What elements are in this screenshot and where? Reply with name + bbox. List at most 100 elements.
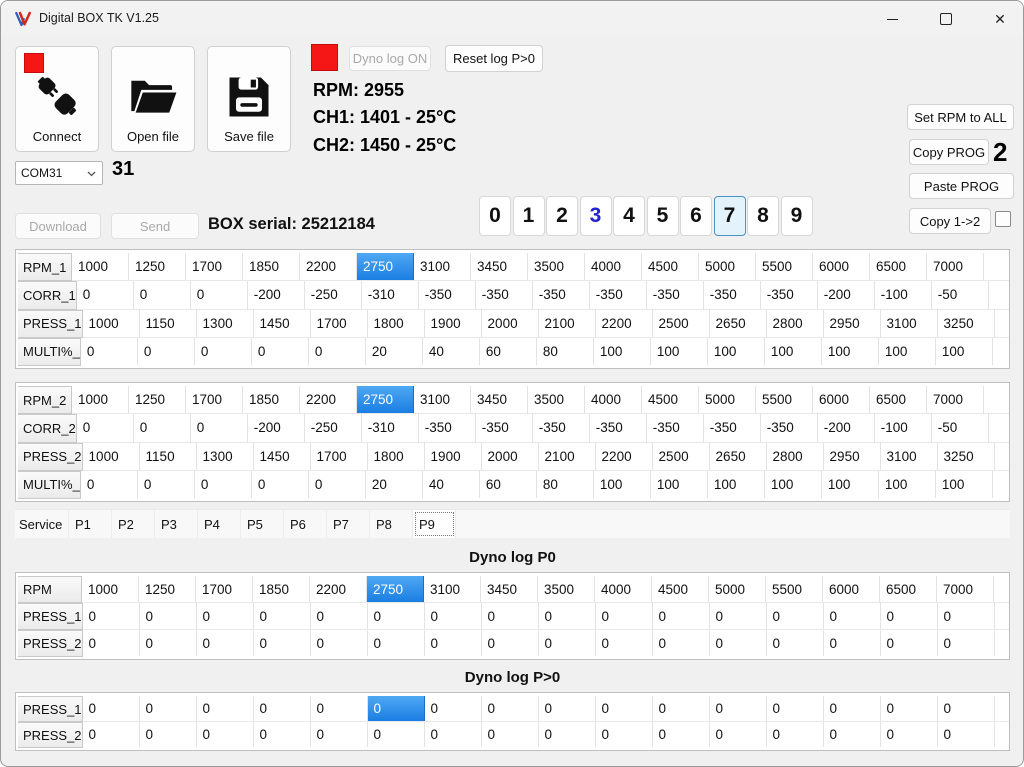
table-cell[interactable]: 0 <box>653 603 710 629</box>
table-cell[interactable]: 0 <box>482 603 539 629</box>
table-cell[interactable]: 0 <box>938 696 995 721</box>
table-cell[interactable]: 0 <box>539 696 596 721</box>
table-cell[interactable]: 1700 <box>311 442 368 470</box>
table-cell[interactable]: 2200 <box>596 442 653 470</box>
tab-service[interactable]: Service <box>15 510 69 538</box>
dyno-log-on-button[interactable]: Dyno log ON <box>349 46 431 71</box>
table-cell[interactable]: 0 <box>195 337 252 365</box>
table-cell[interactable]: 0 <box>197 603 254 629</box>
tab-p4[interactable]: P4 <box>198 510 241 538</box>
table-cell[interactable]: 2650 <box>710 442 767 470</box>
table-cell[interactable]: 3100 <box>881 442 938 470</box>
table-cell[interactable]: 100 <box>879 470 936 498</box>
download-button[interactable]: Download <box>15 213 101 239</box>
table-cell[interactable]: 0 <box>767 603 824 629</box>
table-cell[interactable]: 100 <box>651 470 708 498</box>
prog-button-8[interactable]: 8 <box>747 196 779 236</box>
table-cell[interactable]: 0 <box>710 603 767 629</box>
table-cell[interactable]: 80 <box>537 470 594 498</box>
table-cell[interactable]: 1000 <box>72 386 129 414</box>
reset-log-button[interactable]: Reset log P>0 <box>445 45 543 72</box>
tab-p8[interactable]: P8 <box>370 510 413 538</box>
copy-1-to-2-button[interactable]: Copy 1->2 <box>909 208 991 234</box>
paste-prog-button[interactable]: Paste PROG <box>909 173 1014 199</box>
prog-button-5[interactable]: 5 <box>646 196 679 236</box>
table-cell[interactable]: 3100 <box>881 309 938 337</box>
table-cell[interactable]: 2100 <box>539 309 596 337</box>
table-cell[interactable]: 0 <box>482 696 539 721</box>
table-cell[interactable]: 2200 <box>300 253 357 281</box>
table-cell[interactable]: 4000 <box>595 576 652 602</box>
table-cell[interactable]: 0 <box>197 630 254 656</box>
table-cell[interactable]: 80 <box>537 337 594 365</box>
table-cell[interactable]: -200 <box>818 281 875 309</box>
set-rpm-to-all-button[interactable]: Set RPM to ALL <box>907 104 1014 130</box>
table-cell[interactable]: 3500 <box>528 253 585 281</box>
table-cell[interactable]: 0 <box>311 603 368 629</box>
table-cell[interactable]: -350 <box>419 281 476 309</box>
table-cell[interactable]: 1700 <box>196 576 253 602</box>
connect-button[interactable]: Connect <box>15 46 99 152</box>
table-cell[interactable]: 2500 <box>653 442 710 470</box>
table-cell[interactable]: 0 <box>140 630 197 656</box>
table-cell[interactable]: 0 <box>81 470 138 498</box>
table-cell[interactable]: 20 <box>366 470 423 498</box>
table-cell[interactable]: 0 <box>482 630 539 656</box>
table-cell[interactable]: 100 <box>708 337 765 365</box>
table-cell[interactable]: 0 <box>710 696 767 721</box>
table-cell[interactable]: 6000 <box>813 253 870 281</box>
tab-p7[interactable]: P7 <box>327 510 370 538</box>
send-button[interactable]: Send <box>111 213 199 239</box>
table-cell[interactable]: -200 <box>248 281 305 309</box>
table-cell[interactable]: 0 <box>425 696 482 721</box>
table-cell[interactable]: -350 <box>647 281 704 309</box>
table-cell[interactable]: 100 <box>879 337 936 365</box>
table-cell[interactable]: 0 <box>138 337 195 365</box>
table-cell[interactable]: 100 <box>651 337 708 365</box>
table-cell[interactable]: 0 <box>77 414 134 442</box>
table-cell[interactable]: 1250 <box>129 253 186 281</box>
table-cell[interactable]: 2800 <box>767 442 824 470</box>
table-cell[interactable]: 6000 <box>813 386 870 414</box>
table-cell[interactable]: 1000 <box>72 253 129 281</box>
table-cell[interactable]: 4000 <box>585 253 642 281</box>
table-cell[interactable]: 0 <box>311 696 368 721</box>
table-cell[interactable]: 1000 <box>83 442 140 470</box>
table-cell[interactable]: 0 <box>539 603 596 629</box>
open-file-button[interactable]: Open file <box>111 46 195 152</box>
table-cell[interactable]: 0 <box>309 337 366 365</box>
table-cell[interactable]: 4500 <box>652 576 709 602</box>
table-cell[interactable]: 0 <box>83 722 140 747</box>
table-cell[interactable]: 100 <box>594 337 651 365</box>
table-cell[interactable]: 0 <box>197 722 254 747</box>
table-cell[interactable]: 0 <box>881 722 938 747</box>
table-cell[interactable]: -50 <box>932 414 989 442</box>
table-cell[interactable]: 0 <box>191 281 248 309</box>
table-cell[interactable]: -100 <box>875 281 932 309</box>
table-cell[interactable]: 0 <box>938 722 995 747</box>
table-cell[interactable]: 3100 <box>414 386 471 414</box>
table-cell[interactable]: 3500 <box>528 386 585 414</box>
table-cell[interactable]: -350 <box>476 414 533 442</box>
table-cell[interactable]: 0 <box>134 281 191 309</box>
table-cell[interactable]: 1850 <box>243 386 300 414</box>
table-cell[interactable]: -350 <box>704 281 761 309</box>
tab-p6[interactable]: P6 <box>284 510 327 538</box>
table-cell[interactable]: 0 <box>138 470 195 498</box>
table-cell[interactable]: 1700 <box>186 253 243 281</box>
prog-button-3[interactable]: 3 <box>579 196 612 236</box>
table-cell[interactable]: 0 <box>140 696 197 721</box>
table-cell[interactable]: 0 <box>368 630 425 656</box>
table-cell[interactable]: -350 <box>533 414 590 442</box>
table-cell[interactable]: -350 <box>476 281 533 309</box>
copy-prog-button[interactable]: Copy PROG <box>909 139 989 165</box>
table-cell[interactable]: 0 <box>824 603 881 629</box>
table-cell[interactable]: 2200 <box>310 576 367 602</box>
maximize-button[interactable] <box>923 1 969 37</box>
table-cell[interactable]: 1700 <box>186 386 243 414</box>
table-cell[interactable]: 1900 <box>425 442 482 470</box>
table-cell[interactable]: 1000 <box>82 576 139 602</box>
table-cell[interactable]: -200 <box>818 414 875 442</box>
table-cell[interactable]: 0 <box>824 696 881 721</box>
table-cell[interactable]: 0 <box>311 630 368 656</box>
